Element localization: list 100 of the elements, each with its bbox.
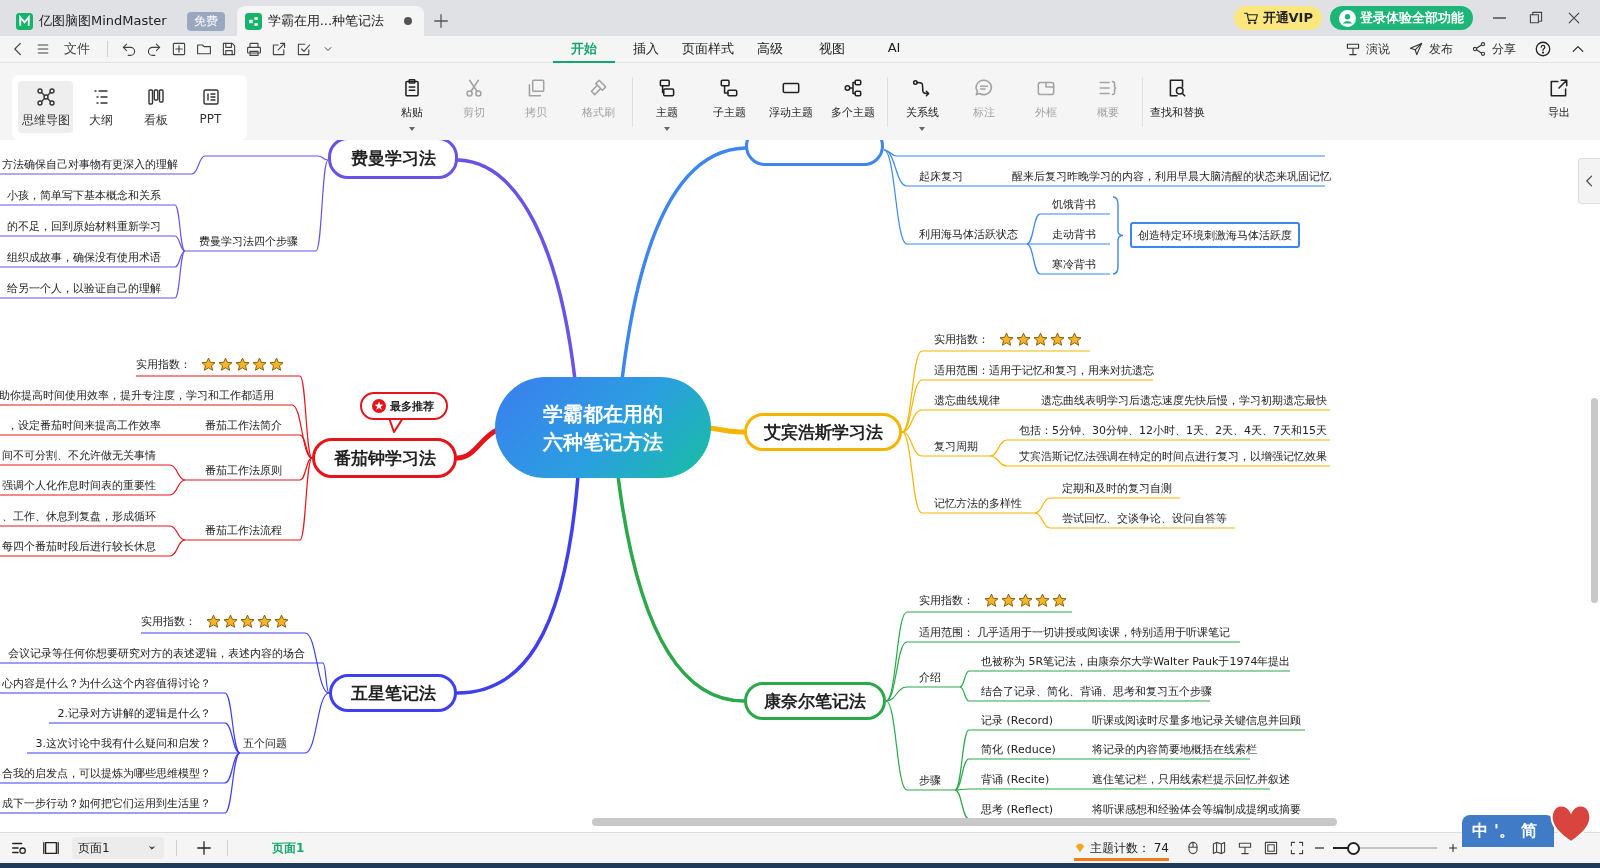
topic-text[interactable]: 艾宾浩斯记忆法强调在特定的时间点进行复习，以增强记忆效果 [1019, 449, 1327, 464]
topic-text[interactable]: 利用海马体活跃状态 [919, 227, 1018, 242]
page-dropdown[interactable]: 页面1 [72, 837, 164, 859]
view-button[interactable]: PPT [183, 81, 238, 133]
topic-text[interactable]: 的不足，回到原始材料重新学习 [7, 219, 161, 234]
topic-text[interactable]: 思考 (Reflect) [981, 802, 1054, 817]
topic-text[interactable]: 记录 (Record) [981, 713, 1054, 728]
branch-topic[interactable]: 康奈尔笔记法 [744, 682, 886, 720]
topic-text[interactable]: 饥饿背书 [1052, 197, 1096, 212]
topic-text[interactable]: 醒来后复习昨晚学习的内容，利用早晨大脑清醒的状态来巩固记忆 [1012, 169, 1331, 184]
topic-text[interactable]: 每四个番茄时段后进行较长休息 [2, 539, 156, 554]
topic-count-label: 主题计数： [1089, 839, 1150, 857]
view-button[interactable]: 看板 [128, 81, 183, 133]
topic-text[interactable]: 将听课感想和经验体会等编制成提纲或摘要 [1092, 802, 1301, 817]
topic-text[interactable]: 将记录的内容简要地概括在线索栏 [1092, 742, 1257, 757]
topic-text[interactable]: 遗忘曲线规律 [934, 393, 1000, 408]
topic-text[interactable]: 走动背书 [1052, 227, 1096, 242]
topic-text[interactable]: 尝试回忆、交谈争论、设问自答等 [1062, 511, 1227, 526]
topic-text[interactable]: 实用指数： [919, 593, 974, 608]
export-icon [271, 41, 287, 57]
topic-text[interactable]: 遮住笔记栏，只用线索栏提示回忆并叙述 [1092, 772, 1290, 787]
topic-text[interactable]: 、工作、休息到复盘，形成循环 [2, 509, 156, 524]
fit-page-icon [1263, 840, 1279, 856]
vertical-scrollbar[interactable] [1591, 398, 1598, 603]
close-icon [1566, 10, 1582, 26]
topic-text[interactable]: 心内容是什么？为什么这个内容值得讨论？ [2, 676, 211, 691]
topic-text[interactable]: 也被称为 5R笔记法，由康奈尔大学Walter Pauk于1974年提出 [981, 654, 1291, 669]
ribbon-tab[interactable]: 高级 [739, 35, 801, 63]
ime-label[interactable]: 简 [1520, 820, 1537, 842]
ribbon-tab[interactable]: 视图 [801, 35, 863, 63]
topic-text[interactable]: 起床复习 [919, 169, 963, 184]
tool-button[interactable]: 子主题 [698, 77, 760, 127]
topic-text[interactable]: 寒冷背书 [1052, 257, 1096, 272]
topic-text[interactable]: 2.记录对方讲解的逻辑是什么？ [57, 706, 211, 721]
topic-text[interactable]: 背诵 (Recite) [981, 772, 1050, 787]
summary-box[interactable]: 创造特定环境刺激海马体活跃度 [1130, 222, 1300, 248]
topic-text[interactable]: 成下一步行动？如何把它们运用到生活里？ [2, 796, 211, 811]
topic-text[interactable]: 强调个人化作息时间表的重要性 [2, 478, 156, 493]
topic-text[interactable]: 给另一个人，以验证自己的理解 [7, 281, 161, 296]
tool-button[interactable]: 查找和替换 [1146, 77, 1208, 127]
topic-text[interactable]: 步骤 [919, 773, 941, 788]
app-tab[interactable]: 亿图脑图MindMaster 免费 [8, 6, 237, 36]
printer-icon [246, 41, 262, 57]
topic-text[interactable]: 费曼学习法四个步骤 [199, 234, 298, 249]
topic-count-value: 74 [1153, 841, 1169, 855]
topic-text[interactable]: 简化 (Reduce) [981, 742, 1056, 757]
topic-text[interactable]: 合我的启发点，可以提炼为哪些思维模型？ [2, 766, 211, 781]
panel-toggle-button[interactable] [1578, 158, 1600, 204]
action-link[interactable]: 发布 [1429, 40, 1453, 58]
presentation-icon [1237, 840, 1253, 856]
star-icon [1067, 332, 1082, 347]
view-button[interactable]: 思维导图 [18, 81, 73, 133]
topic-text[interactable]: 包括：5分钟、30分钟、12小时、1天、2天、4天、7天和15天 [1019, 423, 1327, 438]
topic-text[interactable]: 五个问题 [243, 736, 287, 751]
topic-text[interactable]: 记忆方法的多样性 [934, 496, 1022, 511]
ime-label[interactable]: 中 [1472, 820, 1488, 842]
topic-text[interactable]: 复习周期 [934, 439, 978, 454]
topic-text[interactable]: 听课或阅读时尽量多地记录关键信息并回顾 [1092, 713, 1301, 728]
topic-text[interactable]: 番茄工作法流程 [205, 523, 282, 538]
branch-topic[interactable]: 五星笔记法 [329, 674, 457, 712]
horizontal-scrollbar[interactable] [592, 818, 1337, 826]
ribbon-tab[interactable]: 页面样式 [677, 35, 739, 63]
topic-text[interactable]: 小孩，简单写下基本概念和关系 [7, 188, 161, 203]
topic-text[interactable]: 方法确保自己对事物有更深入的理解 [2, 157, 178, 172]
tool-button[interactable]: 多个主题 [822, 77, 884, 127]
ribbon-tab[interactable]: 插入 [615, 35, 677, 63]
topic-text[interactable]: 介绍 [919, 670, 941, 685]
branch-topic[interactable]: 费曼学习法 [328, 140, 458, 179]
topic-text[interactable]: 间不可分割、不允许做无关事情 [2, 448, 156, 463]
ime-label[interactable]: '。 [1494, 820, 1515, 842]
topic-text[interactable]: 番茄工作法简介 [205, 418, 282, 433]
topic-text[interactable]: 适用范围：适用于记忆和复习，用来对抗遗忘 [934, 363, 1154, 378]
topic-text[interactable]: 会议记录等任何你想要研究对方的表述逻辑，表述内容的场合 [8, 646, 305, 661]
vip-button[interactable]: 开通VIP [1233, 6, 1322, 30]
topic-text[interactable]: 结合了记录、简化、背诵、思考和复习五个步骤 [981, 684, 1212, 699]
file-menu[interactable]: 文件 [60, 40, 94, 58]
action-link[interactable]: 分享 [1492, 40, 1516, 58]
topic-text[interactable]: 定期和及时的复习自测 [1062, 481, 1172, 496]
topic-text[interactable]: 组织成故事，确保没有使用术语 [7, 250, 161, 265]
star-icon [274, 614, 289, 629]
action-link[interactable]: 演说 [1366, 40, 1390, 58]
view-button[interactable]: 大纲 [73, 81, 128, 133]
tool-button[interactable]: 浮动主题 [760, 77, 822, 127]
slider-thumb[interactable] [1347, 842, 1361, 855]
topic-text[interactable]: 3.这次讨论中我有什么疑问和启发？ [35, 736, 211, 751]
topic-text[interactable]: ，设定番茄时间来提高工作效率 [7, 418, 161, 433]
branch-topic[interactable]: 艾宾浩斯学习法 [744, 413, 902, 451]
app-tab[interactable]: 学霸在用...种笔记法 [236, 6, 425, 36]
topic-text[interactable]: 番茄工作法原则 [205, 463, 282, 478]
topic-text[interactable]: 遗忘曲线表明学习后遗忘速度先快后慢，学习初期遗忘最快 [1041, 393, 1327, 408]
tab-label: 学霸在用...种笔记法 [267, 12, 385, 30]
export-button[interactable]: 导出 [1528, 77, 1590, 127]
ribbon-tab[interactable]: AI [863, 35, 925, 63]
checklist-icon [296, 41, 312, 57]
topic-text[interactable]: 实用指数： [136, 357, 191, 372]
topic-text[interactable]: 适用范围： 几乎适用于一切讲授或阅读课，特别适用于听课笔记 [919, 625, 1231, 640]
topic-text[interactable]: 实用指数： [141, 614, 196, 629]
topic-text[interactable]: 实用指数： [934, 332, 989, 347]
branch-topic[interactable]: 番茄钟学习法 [312, 438, 457, 478]
send-icon [1408, 41, 1424, 57]
